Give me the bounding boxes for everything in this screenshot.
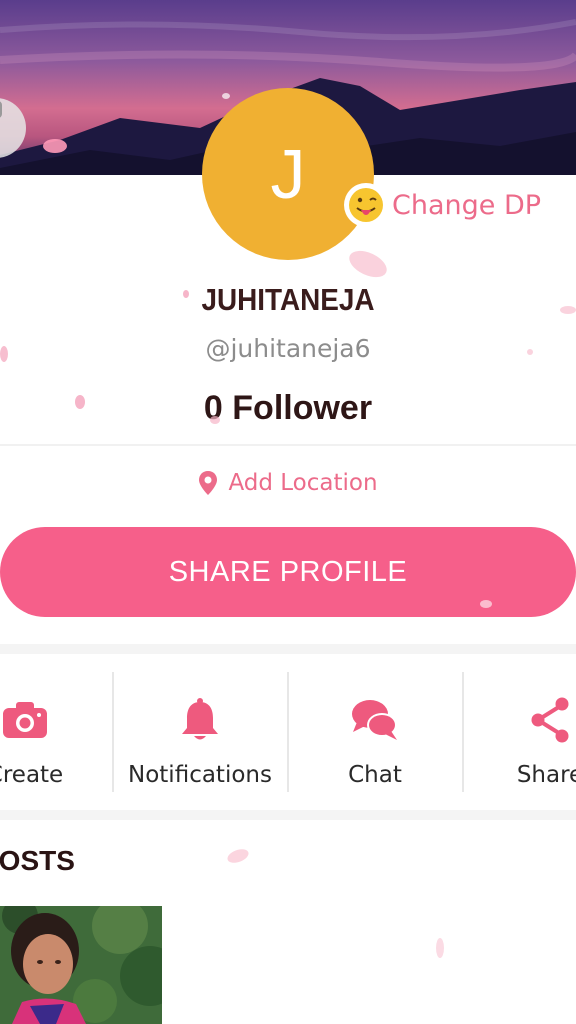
chat-label: Chat	[348, 762, 402, 788]
posts-heading: POSTS	[0, 845, 75, 876]
chat-button[interactable]: Chat	[288, 654, 462, 810]
post-photo-image	[0, 906, 162, 1024]
profile-handle: @juhitaneja6	[205, 334, 371, 363]
bell-icon	[182, 698, 218, 740]
tongue-emoji-icon	[344, 183, 388, 227]
section-divider	[0, 644, 576, 654]
notifications-button[interactable]: Notifications	[113, 654, 287, 810]
chat-bubbles-icon	[352, 700, 397, 740]
share-profile-button[interactable]: SHARE PROFILE	[0, 527, 576, 617]
post-thumbnail[interactable]	[0, 906, 162, 1024]
section-divider	[0, 810, 576, 820]
action-separator	[462, 672, 464, 792]
create-button[interactable]: Create	[0, 654, 112, 810]
add-location-button[interactable]: Add Location	[0, 470, 576, 496]
camera-icon	[3, 702, 47, 738]
divider	[0, 444, 576, 446]
follower-count[interactable]: 0 Follower	[0, 389, 576, 428]
action-separator	[287, 672, 289, 792]
notifications-label: Notifications	[128, 762, 272, 788]
change-dp-label: Change DP	[392, 189, 542, 221]
change-dp-button[interactable]: Change DP	[344, 182, 541, 228]
share-label: Share	[516, 762, 576, 788]
avatar[interactable]: J	[202, 88, 374, 260]
avatar-initial: J	[270, 135, 306, 213]
action-separator	[112, 672, 114, 792]
camera-icon	[0, 101, 2, 118]
share-profile-label: SHARE PROFILE	[168, 555, 408, 588]
share-icon	[531, 697, 569, 743]
add-location-label: Add Location	[228, 470, 378, 496]
share-button[interactable]: Share	[463, 654, 576, 810]
create-label: Create	[0, 762, 64, 788]
profile-username: JUHITANEJA	[201, 282, 375, 317]
location-pin-icon	[199, 471, 218, 495]
